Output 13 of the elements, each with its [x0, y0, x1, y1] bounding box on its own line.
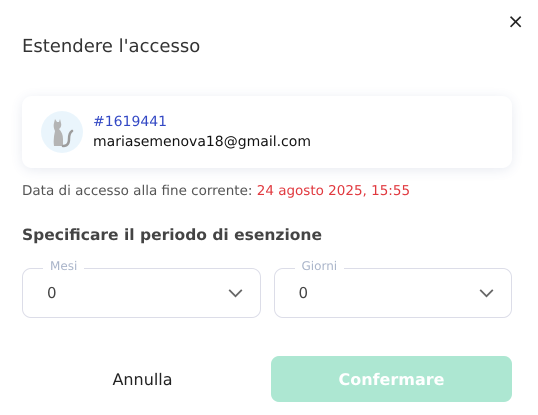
close-button[interactable]: ×	[503, 10, 528, 32]
dialog-title: Estendere l'accesso	[22, 36, 202, 59]
select-field[interactable]: Mesi 0	[22, 258, 260, 318]
user-id: #1619441	[93, 114, 168, 130]
cat-avatar-icon	[41, 111, 83, 153]
section-title: Specificare il periodo di esenzione	[22, 226, 323, 244]
select-field[interactable]: Giorni 0	[274, 258, 512, 318]
cancel-button[interactable]: Annulla	[22, 356, 263, 402]
user-email: mariasemenova18@gmail.com	[93, 134, 311, 150]
access-date: 24 agosto 2025, 15:55	[256, 183, 410, 199]
access-label: Data di accesso alla fine corrente:	[22, 183, 252, 199]
chevron-down-icon	[479, 288, 494, 298]
chevron-down-icon	[228, 288, 242, 298]
